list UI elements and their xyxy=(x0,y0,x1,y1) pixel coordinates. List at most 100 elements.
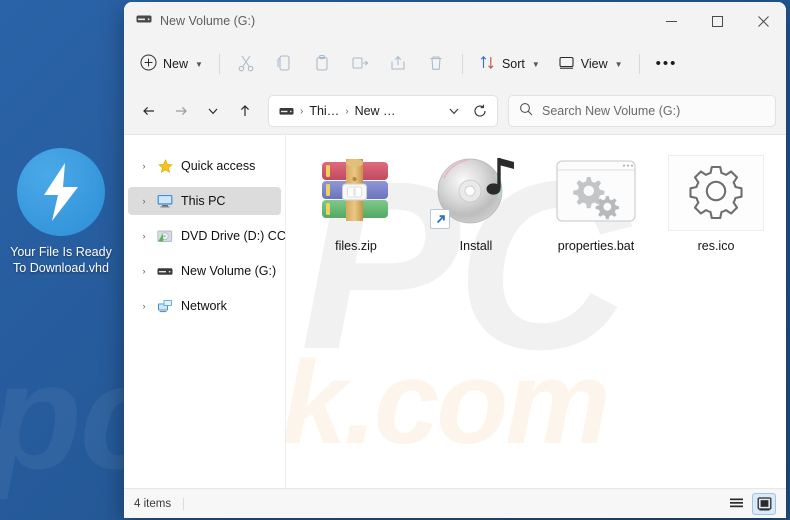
file-thumbnail xyxy=(428,155,524,231)
sidebar-item-label: DVD Drive (D:) CCCC xyxy=(181,229,286,243)
command-toolbar: New ▼ Sort ▼ View ▼ ••• xyxy=(124,40,786,88)
maximize-button[interactable] xyxy=(694,2,740,40)
back-button[interactable] xyxy=(134,96,164,126)
breadcrumb-dropdown-button[interactable] xyxy=(441,98,467,124)
chevron-down-icon: ▼ xyxy=(195,59,203,69)
file-item-res-ico[interactable]: res.ico xyxy=(656,149,776,261)
sidebar-item-this-pc[interactable]: › This PC xyxy=(128,187,281,215)
content-watermark-risk: risk.com xyxy=(286,337,610,469)
sidebar-item-quick-access[interactable]: › Quick access xyxy=(128,152,281,180)
search-placeholder: Search New Volume (G:) xyxy=(542,104,681,118)
breadcrumb-item-this-pc[interactable]: Thi… xyxy=(304,101,344,121)
delete-button[interactable] xyxy=(418,48,454,80)
view-button[interactable]: View ▼ xyxy=(550,48,631,80)
copy-icon xyxy=(275,54,293,75)
sidebar-item-label: This PC xyxy=(181,194,226,208)
cut-button[interactable] xyxy=(228,48,264,80)
file-thumbnail xyxy=(668,155,764,231)
file-list-view[interactable]: PC risk.com xyxy=(286,135,786,488)
file-item-install[interactable]: Install xyxy=(416,149,536,261)
breadcrumb-drive-icon xyxy=(279,106,294,117)
sidebar-item-network[interactable]: › Network xyxy=(128,292,281,320)
chevron-right-icon[interactable]: › xyxy=(136,266,152,276)
sidebar-item-label: Network xyxy=(181,299,227,313)
up-button[interactable] xyxy=(230,96,260,126)
copy-button[interactable] xyxy=(266,48,302,80)
view-toggle-group xyxy=(724,492,776,515)
star-icon xyxy=(156,158,174,174)
minimize-button[interactable] xyxy=(648,2,694,40)
toolbar-separator-3 xyxy=(638,54,640,74)
monitor-icon xyxy=(558,54,575,74)
winrar-archive-icon xyxy=(319,158,393,229)
gear-outline-icon xyxy=(688,163,744,224)
dvd-drive-icon xyxy=(156,228,174,244)
chevron-right-icon[interactable]: › xyxy=(136,161,152,171)
list-view-button[interactable] xyxy=(724,493,748,515)
file-explorer-window: New Volume (G:) New ▼ Sort ▼ View ▼ ••• … xyxy=(124,2,786,518)
address-bar-row: › Thi… › New … Search New Volume (G:) xyxy=(124,88,786,134)
toolbar-separator-2 xyxy=(461,54,463,74)
chevron-right-icon[interactable]: › xyxy=(136,196,152,206)
new-button[interactable]: New ▼ xyxy=(132,48,211,80)
more-options-button[interactable]: ••• xyxy=(648,48,686,80)
search-icon xyxy=(519,102,533,121)
drive-icon xyxy=(136,12,152,30)
sort-button-label: Sort xyxy=(501,57,525,71)
window-controls xyxy=(648,2,786,40)
sidebar-item-dvd-drive[interactable]: › DVD Drive (D:) CCCC xyxy=(128,222,286,250)
lightning-bolt-icon xyxy=(17,148,105,236)
sort-icon xyxy=(479,54,496,74)
window-body: › Quick access › This PC › DVD Drive (D:… xyxy=(124,134,786,488)
close-button[interactable] xyxy=(740,2,786,40)
recent-locations-button[interactable] xyxy=(198,96,228,126)
window-gears-icon xyxy=(556,159,636,227)
desktop-icon-label: Your File Is Ready To Download.vhd xyxy=(10,245,112,275)
window-title: New Volume (G:) xyxy=(160,14,256,28)
refresh-button[interactable] xyxy=(467,98,493,124)
scissors-icon xyxy=(237,54,255,75)
breadcrumb-separator: › xyxy=(345,105,349,117)
file-name-label: res.ico xyxy=(697,239,735,253)
new-button-label: New xyxy=(163,57,189,71)
sidebar-item-label: Quick access xyxy=(181,159,256,173)
file-item-files-zip[interactable]: files.zip xyxy=(296,149,416,261)
chevron-right-icon[interactable]: › xyxy=(136,231,152,241)
status-bar: 4 items xyxy=(124,488,786,518)
share-icon xyxy=(389,54,407,75)
rename-button[interactable] xyxy=(342,48,378,80)
ellipsis-icon: ••• xyxy=(655,55,678,72)
breadcrumb-bar[interactable]: › Thi… › New … xyxy=(268,95,498,127)
file-item-properties-bat[interactable]: properties.bat xyxy=(536,149,656,261)
trash-icon xyxy=(427,54,445,75)
rename-icon xyxy=(351,54,369,75)
file-name-label: properties.bat xyxy=(557,239,635,253)
navigation-pane: › Quick access › This PC › DVD Drive (D:… xyxy=(124,135,286,488)
sidebar-item-label: New Volume (G:) xyxy=(181,264,277,278)
chevron-down-icon: ▼ xyxy=(531,59,540,69)
chevron-right-icon[interactable]: › xyxy=(136,301,152,311)
forward-button[interactable] xyxy=(166,96,196,126)
drive-icon xyxy=(156,263,174,279)
breadcrumb-item-new-volume[interactable]: New … xyxy=(350,101,401,121)
paste-icon xyxy=(313,54,331,75)
search-input[interactable]: Search New Volume (G:) xyxy=(508,95,776,127)
share-button[interactable] xyxy=(380,48,416,80)
large-icons-view-button[interactable] xyxy=(752,492,776,515)
chevron-down-icon: ▼ xyxy=(614,59,623,69)
file-grid: files.zip Install properties.bat res.ico xyxy=(286,135,786,261)
shortcut-arrow-icon xyxy=(430,209,450,229)
desktop-icon-your-file-is-ready-to-download[interactable]: Your File Is Ready To Download.vhd xyxy=(6,148,116,276)
titlebar-left: New Volume (G:) xyxy=(124,12,648,30)
sort-button[interactable]: Sort ▼ xyxy=(471,48,548,80)
file-thumbnail xyxy=(308,155,404,231)
monitor-icon xyxy=(156,193,174,209)
file-name-label: Install xyxy=(459,239,493,253)
item-count-label: 4 items xyxy=(134,497,185,510)
toolbar-separator xyxy=(218,54,220,74)
plus-circle-icon xyxy=(140,54,157,74)
sidebar-item-new-volume[interactable]: › New Volume (G:) xyxy=(128,257,281,285)
window-titlebar: New Volume (G:) xyxy=(124,2,786,40)
file-name-label: files.zip xyxy=(335,239,377,253)
paste-button[interactable] xyxy=(304,48,340,80)
